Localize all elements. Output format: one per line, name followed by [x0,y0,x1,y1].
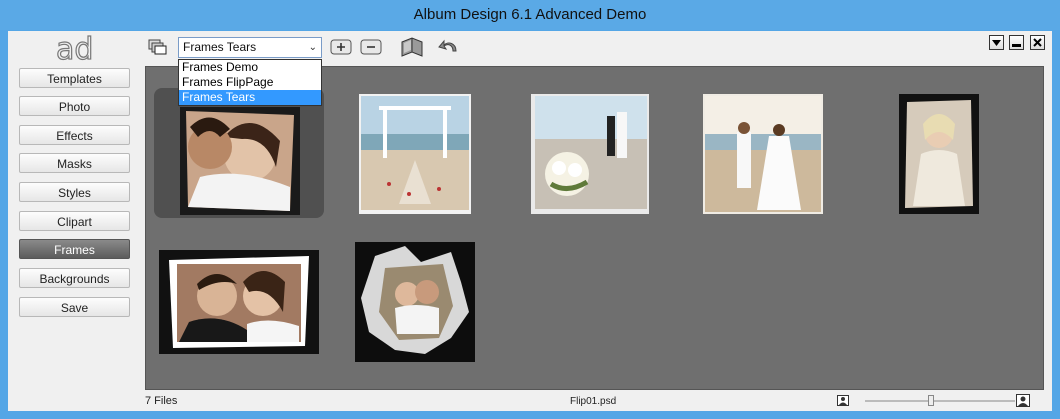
category-select[interactable]: Frames Tears ⌄ [178,37,322,58]
sidebar-item-clipart[interactable]: Clipart [19,211,130,231]
minimize-button[interactable] [1009,35,1024,50]
sidebar-item-frames[interactable]: Frames [19,239,130,259]
dropdown-option-frames-demo[interactable]: Frames Demo [179,60,321,75]
gallery-item-couple-walking[interactable] [703,94,823,214]
zoom-out-icon[interactable] [837,395,849,406]
photo-kiss-portrait [180,107,300,215]
zoom-in-icon[interactable] [1016,394,1030,407]
close-icon [1033,38,1042,47]
app-client: ad Templates Photo Effects Masks Styles … [8,31,1052,411]
book-icon[interactable] [400,36,424,58]
photo-couple-walking [703,94,823,214]
triangle-down-icon [992,40,1001,46]
zoom-slider-track[interactable] [865,400,1015,402]
sidebar-item-backgrounds[interactable]: Backgrounds [19,268,130,288]
sidebar-item-effects[interactable]: Effects [19,125,130,145]
sidebar-item-masks[interactable]: Masks [19,153,130,173]
gallery-item-kiss-portrait[interactable] [180,107,300,215]
photo-beach-altar [359,94,471,214]
gallery-item-couple-hug-tear[interactable] [355,242,475,362]
gallery-item-couple-closeup[interactable] [159,250,319,354]
file-count: 7 Files [145,395,178,407]
dropdown-option-frames-flippage[interactable]: Frames FlipPage [179,75,321,90]
frame-gallery [145,66,1044,390]
gallery-item-bride-portrait[interactable] [899,94,979,214]
close-button[interactable] [1030,35,1045,50]
sidebar-item-styles[interactable]: Styles [19,182,130,202]
add-icon[interactable] [330,39,352,55]
svg-text:ad: ad [56,33,93,63]
dropdown-option-frames-tears[interactable]: Frames Tears [179,90,321,105]
photo-couple-closeup [159,250,319,354]
zoom-slider-thumb[interactable] [928,395,934,406]
collapse-button[interactable] [989,35,1004,50]
undo-icon[interactable] [438,37,460,55]
sidebar-item-save[interactable]: Save [19,297,130,317]
gallery-item-beach-altar[interactable] [359,94,471,214]
status-bar: 7 Files Flip01.psd [8,392,1052,411]
photo-bride-portrait [899,94,979,214]
category-dropdown: Frames Demo Frames FlipPage Frames Tears [178,59,322,106]
category-select-value: Frames Tears [183,40,257,54]
chevron-down-icon: ⌄ [308,42,317,53]
sidebar-item-photo[interactable]: Photo [19,96,130,116]
photo-couple-hug-tear [355,242,475,362]
minimize-icon [1012,44,1021,47]
window-title: Album Design 6.1 Advanced Demo [413,6,647,23]
gallery-item-bouquet-beach[interactable] [531,94,649,214]
layers-icon[interactable] [148,39,168,55]
title-bar: Album Design 6.1 Advanced Demo [0,0,1060,30]
photo-bouquet-beach [531,94,649,214]
remove-icon[interactable] [360,39,382,55]
sidebar-item-templates[interactable]: Templates [19,68,130,88]
app-logo: ad [55,33,94,63]
current-file: Flip01.psd [570,396,617,407]
